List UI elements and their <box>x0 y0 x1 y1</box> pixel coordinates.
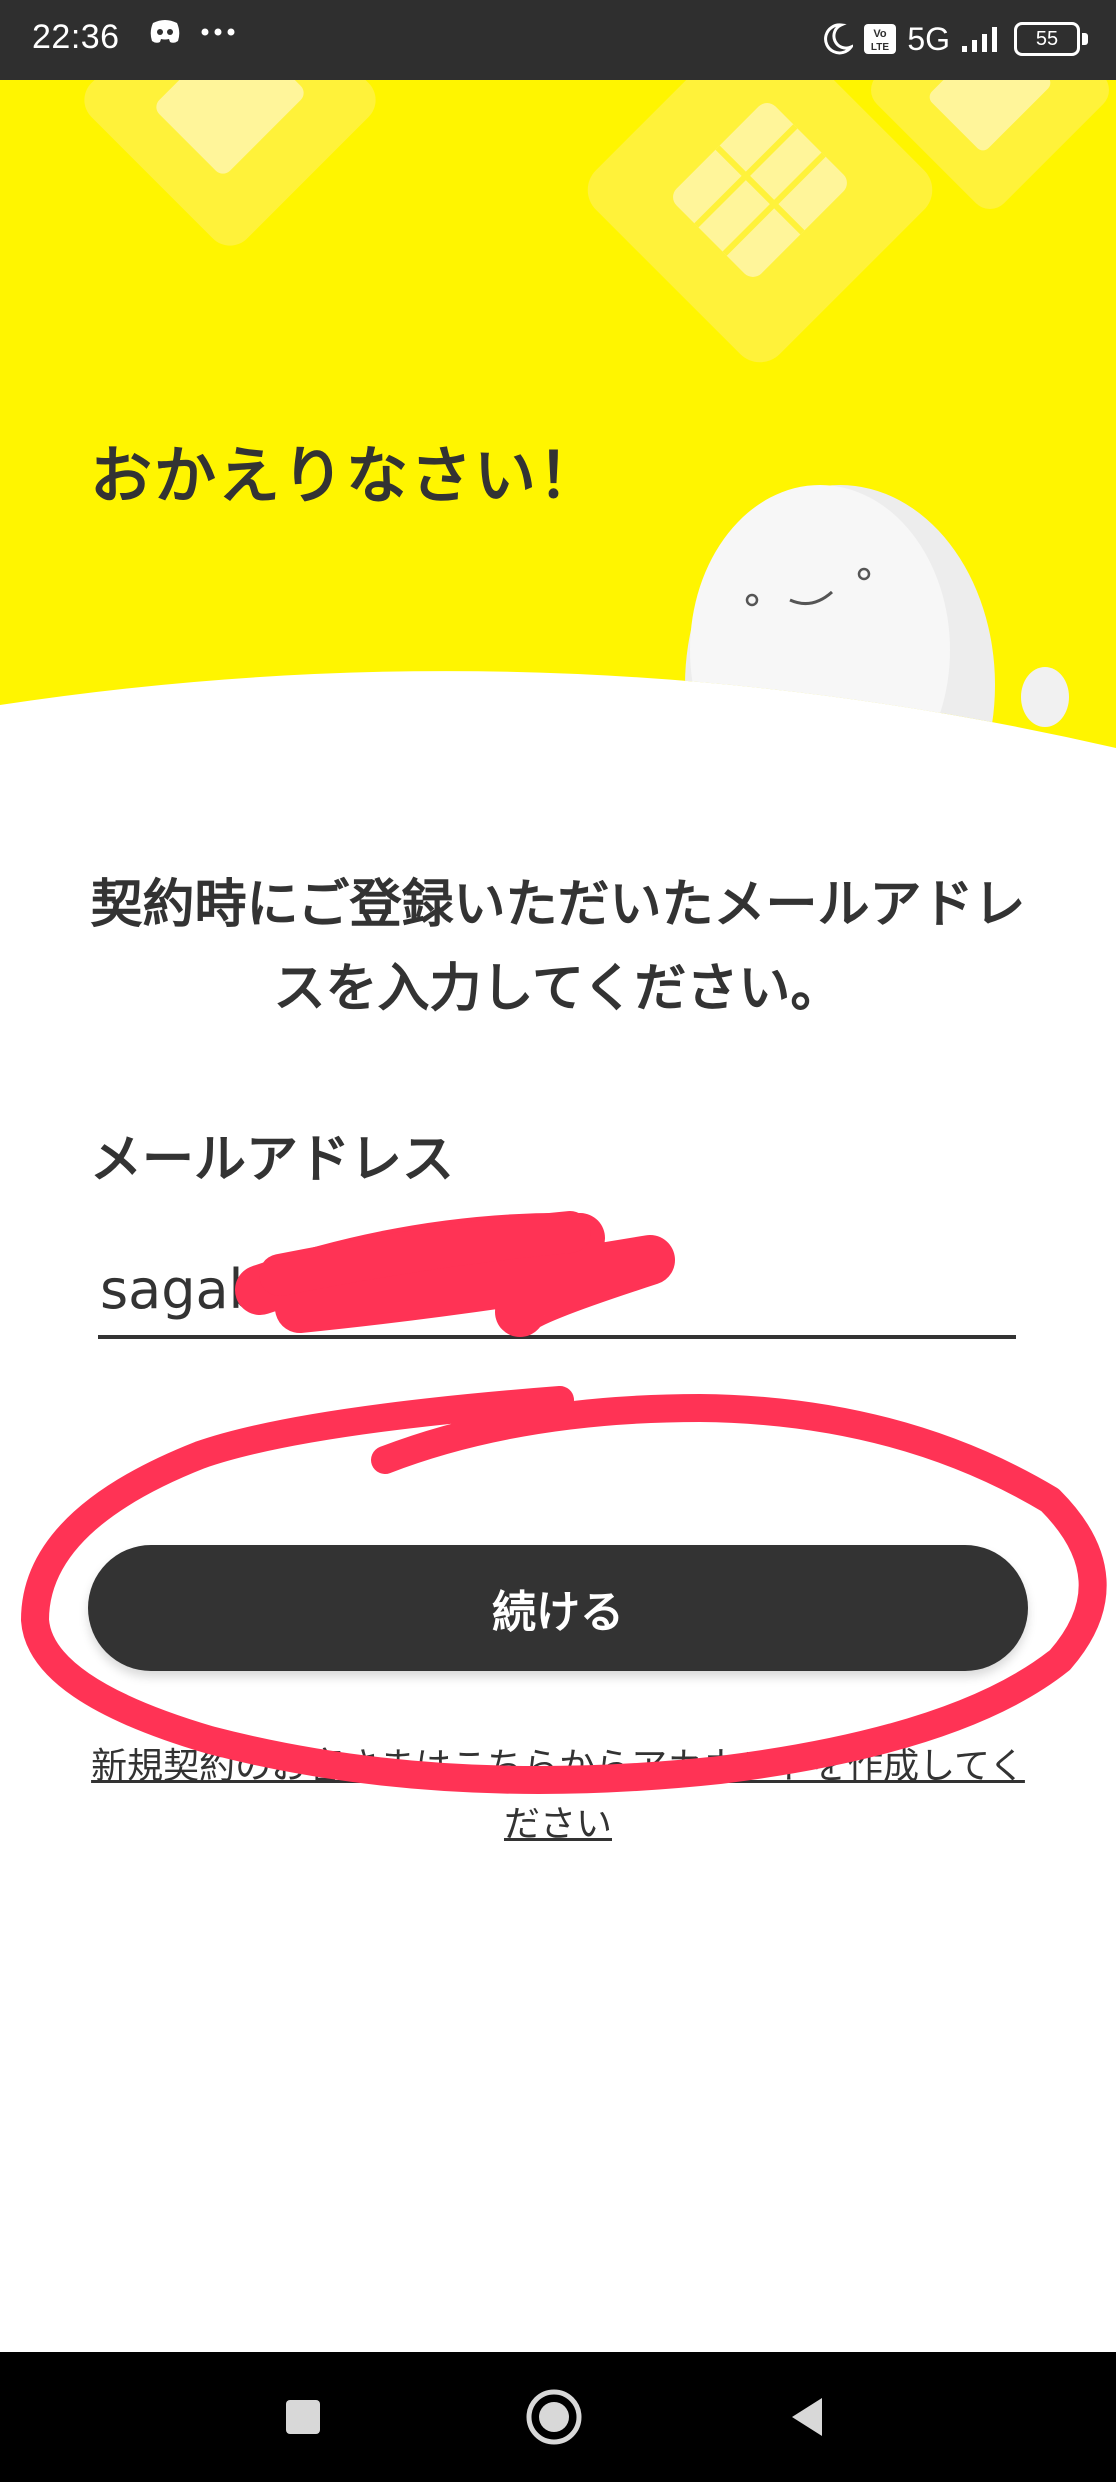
svg-text:Vo: Vo <box>874 28 888 40</box>
email-input[interactable] <box>98 1257 1002 1322</box>
email-field[interactable] <box>98 1245 1016 1339</box>
welcome-title: おかえりなさい！ <box>90 439 603 512</box>
svg-text:LTE: LTE <box>871 42 889 53</box>
hero-banner: おかえりなさい！ <box>0 80 1116 840</box>
email-label: メールアドレス <box>90 1130 455 1190</box>
home-button[interactable] <box>525 2388 583 2446</box>
back-button[interactable] <box>782 2392 832 2442</box>
signup-link[interactable]: 新規契約のお客さまはこちらからアカウントを作成してください <box>88 1738 1028 1854</box>
navigation-bar <box>0 2352 1116 2482</box>
signal-icon <box>962 27 997 52</box>
recents-button[interactable] <box>278 2392 328 2442</box>
status-time: 22:36 <box>32 18 120 56</box>
discord-icon <box>150 20 180 43</box>
continue-button-label: 続ける <box>492 1587 624 1638</box>
battery-icon: 55 <box>1014 22 1088 56</box>
status-left-icons <box>148 18 236 46</box>
status-right-icons: Vo LTE 5G 55 <box>823 16 1088 62</box>
status-bar: 22:36 Vo LTE 5G 55 <box>0 0 1116 80</box>
moon-icon <box>824 23 854 55</box>
network-type: 5G <box>907 20 950 57</box>
more-dots-icon <box>201 28 235 36</box>
continue-button[interactable]: 続ける <box>88 1545 1028 1671</box>
battery-level: 55 <box>1035 27 1059 50</box>
instruction-text: 契約時にご登録いただいたメールアドレスを入力してください。 <box>90 875 1026 1019</box>
volte-icon: Vo LTE <box>864 24 897 54</box>
